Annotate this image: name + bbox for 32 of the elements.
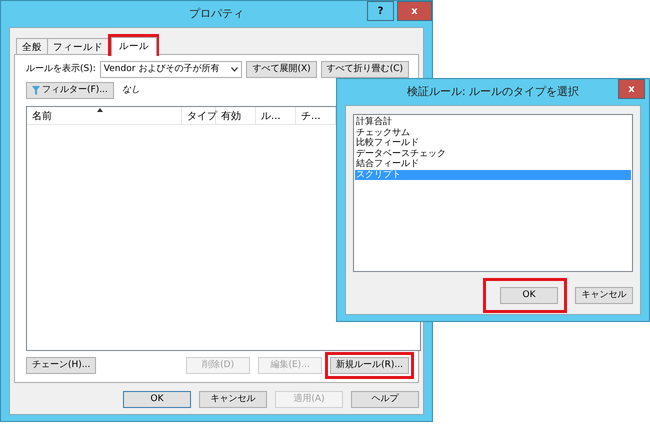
column-header[interactable]: ル... [256, 107, 296, 124]
tab[interactable]: 全般 [16, 38, 48, 55]
list-item[interactable]: チェックサム [355, 128, 631, 138]
close-button[interactable]: x [397, 1, 432, 21]
list-item[interactable]: データベースチェック [355, 148, 631, 159]
column-header[interactable]: 有効 [216, 107, 256, 124]
tab[interactable]: ルール [111, 37, 157, 56]
window-title: プロパティ [189, 6, 244, 22]
filter-button[interactable]: フィルター(F)... [26, 82, 114, 99]
dialog-title: 検証ルール: ルールのタイプを選択 [406, 84, 580, 100]
help-button[interactable]: ? [367, 1, 394, 21]
list-item[interactable]: 比較フィールド [355, 138, 631, 148]
dialog-button[interactable]: OK [123, 391, 191, 408]
caret-icon [231, 67, 238, 72]
rules-dropdown[interactable]: Vendor およびその子が所有 [100, 61, 242, 78]
close-button[interactable]: x [618, 79, 645, 99]
dialog-button[interactable]: OK [500, 287, 558, 304]
dropdown-value: Vendor およびその子が所有 [104, 62, 220, 76]
rule-button[interactable]: 新規ルール(R)... [330, 357, 409, 374]
dialog-button[interactable]: キャンセル [575, 287, 633, 304]
funnel-icon [32, 86, 40, 95]
filter-value: なし [122, 84, 140, 97]
dialog-button[interactable]: ヘルプ [351, 391, 419, 408]
column-header[interactable]: 名前 [27, 107, 182, 124]
expand-button[interactable]: すべて折り畳む(C) [320, 61, 409, 78]
dialog-button[interactable]: キャンセル [199, 391, 267, 408]
column-header[interactable]: タイプ [182, 107, 216, 124]
list-item[interactable]: 結合フィールド [355, 159, 631, 170]
rule-button[interactable]: チェーン(H)... [26, 357, 96, 374]
field-label: ルールを表示(S): [26, 62, 96, 76]
list-item[interactable]: 計算合計 [355, 117, 631, 128]
expand-button[interactable]: すべて展開(X) [246, 61, 317, 78]
